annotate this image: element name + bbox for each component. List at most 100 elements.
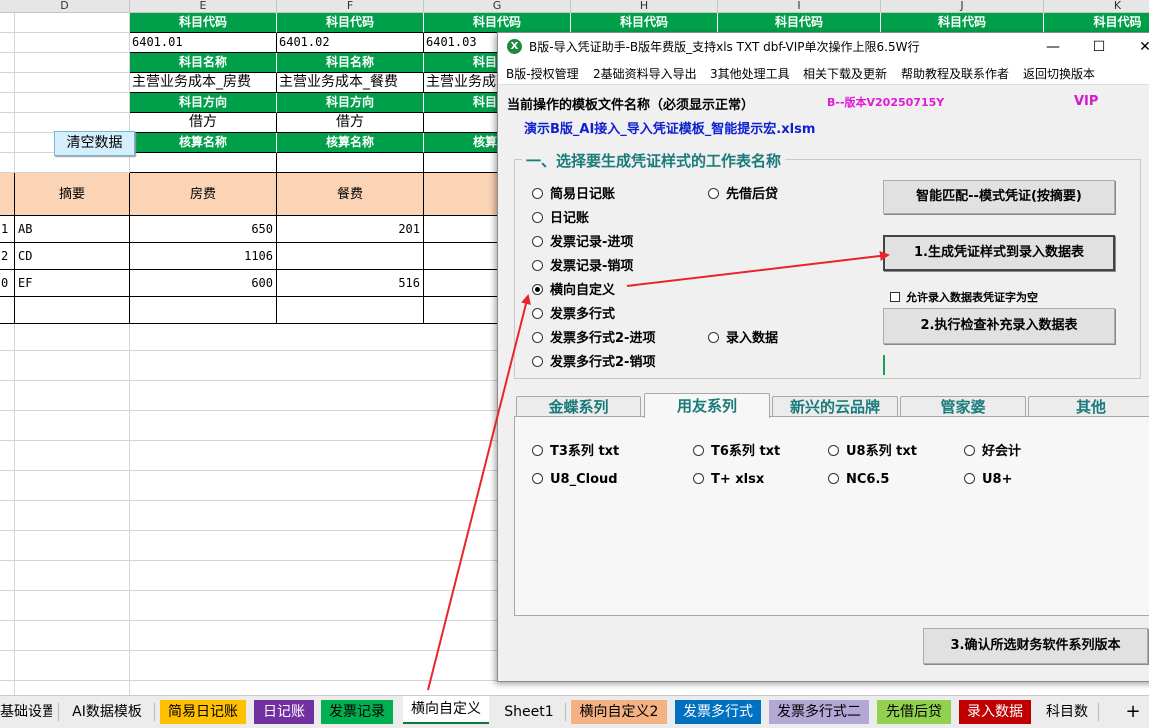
radio-u8[interactable]: U8系列 txt <box>828 440 917 459</box>
radio-nc65[interactable]: NC6.5 <box>828 472 889 487</box>
header-name-e[interactable]: 科目名称 <box>130 53 277 73</box>
header-calc-e[interactable]: 核算名称 <box>130 133 277 153</box>
header-dir-f[interactable]: 科目方向 <box>277 93 424 113</box>
check-fill-button[interactable]: 2.执行检查补充录入数据表 <box>883 308 1115 344</box>
row-index[interactable]: 0 <box>0 270 15 297</box>
sheet-tab-invoice-multiline-2[interactable]: 发票多行式二 <box>769 700 869 724</box>
header-code-h[interactable]: 科目代码 <box>571 13 718 33</box>
column-header-d[interactable]: D <box>0 0 130 13</box>
row-index[interactable]: 2 <box>0 243 15 270</box>
radio-debit-then-credit[interactable]: 先借后贷 <box>708 183 778 202</box>
room-cell[interactable]: 600 <box>130 270 277 297</box>
maximize-icon[interactable]: ☐ <box>1076 35 1122 59</box>
meal-cell[interactable]: 201 <box>277 216 424 243</box>
sheet-tab-entry-data[interactable]: 录入数据 <box>959 700 1031 724</box>
menu-basic-import-export[interactable]: 2基础资料导入导出 <box>593 65 697 82</box>
header-code-j[interactable]: 科目代码 <box>881 13 1044 33</box>
add-sheet-icon[interactable]: + <box>1120 700 1146 724</box>
radio-horizontal-custom[interactable]: 横向自定义 <box>532 279 615 298</box>
direction-cell[interactable]: 借方 <box>130 113 277 133</box>
allow-empty-checkbox[interactable]: 允许录入数据表凭证字为空 <box>890 289 1038 305</box>
code-cell[interactable]: 6401.01 <box>130 33 277 53</box>
menu-other-tools[interactable]: 3其他处理工具 <box>710 65 790 82</box>
sheet-tab-horizontal-custom-2[interactable]: 横向自定义2 <box>571 700 667 724</box>
header-dir-e[interactable]: 科目方向 <box>130 93 277 113</box>
header-code-e[interactable]: 科目代码 <box>130 13 277 33</box>
menu-downloads-updates[interactable]: 相关下载及更新 <box>803 65 887 82</box>
sheet-tab-invoice-multiline[interactable]: 发票多行式 <box>675 700 761 724</box>
sheet-tab-sheet1[interactable]: Sheet1 <box>497 700 561 724</box>
meal-cell[interactable] <box>277 243 424 270</box>
radio-tplus[interactable]: T+ xlsx <box>693 472 764 487</box>
room-cell[interactable]: 650 <box>130 216 277 243</box>
dialog-titlebar[interactable]: X B版-导入凭证助手-B版年费版_支持xls TXT dbf-VIP单次操作上… <box>498 33 1149 61</box>
radio-entry-data[interactable]: 录入数据 <box>708 327 778 346</box>
index-header-cell[interactable] <box>0 173 15 216</box>
sheet-tab-horizontal-custom[interactable]: 横向自定义 <box>403 696 489 724</box>
summary-header[interactable]: 摘要 <box>15 173 130 216</box>
radio-invoice-input[interactable]: 发票记录-进项 <box>532 231 633 250</box>
column-header-g[interactable]: G <box>424 0 571 13</box>
close-icon[interactable]: ✕ <box>1122 35 1149 59</box>
radio-u8plus[interactable]: U8+ <box>964 472 1013 487</box>
calc-cell[interactable] <box>130 153 277 173</box>
sheet-tab-jichu[interactable]: 基础设置 <box>0 700 52 724</box>
meal-cell[interactable] <box>277 297 424 324</box>
radio-simple-journal[interactable]: 简易日记账 <box>532 183 615 202</box>
menu-license[interactable]: B版-授权管理 <box>506 65 579 82</box>
summary-cell[interactable] <box>15 297 130 324</box>
meal-cell[interactable]: 516 <box>277 270 424 297</box>
tab-other[interactable]: 其他 <box>1028 396 1149 416</box>
radio-journal[interactable]: 日记账 <box>532 207 589 226</box>
code-cell[interactable]: 6401.02 <box>277 33 424 53</box>
header-code-i[interactable]: 科目代码 <box>718 13 881 33</box>
radio-invoice-multiline[interactable]: 发票多行式 <box>532 303 615 322</box>
row-index[interactable] <box>0 297 15 324</box>
sheet-tab-journal[interactable]: 日记账 <box>254 700 314 724</box>
name-cell[interactable]: 主营业务成本_餐费 <box>277 73 424 93</box>
summary-cell[interactable]: AB <box>15 216 130 243</box>
radio-haokuaiji[interactable]: 好会计 <box>964 440 1021 459</box>
header-code-g[interactable]: 科目代码 <box>424 13 571 33</box>
minimize-icon[interactable]: — <box>1030 35 1076 59</box>
radio-invoice-output[interactable]: 发票记录-销项 <box>532 255 633 274</box>
meal-header[interactable]: 餐费 <box>277 173 424 216</box>
column-header-j[interactable]: J <box>881 0 1044 13</box>
confirm-software-button[interactable]: 3.确认所选财务软件系列版本 <box>923 628 1148 664</box>
tab-guanjiapo[interactable]: 管家婆 <box>900 396 1026 416</box>
radio-t6[interactable]: T6系列 txt <box>693 440 780 459</box>
radio-t3[interactable]: T3系列 txt <box>532 440 619 459</box>
menu-switch-version[interactable]: 返回切换版本 <box>1023 65 1095 82</box>
column-header-e[interactable]: E <box>130 0 277 13</box>
header-name-f[interactable]: 科目名称 <box>277 53 424 73</box>
sheet-tab-debit-credit[interactable]: 先借后贷 <box>877 700 951 724</box>
clear-data-button[interactable]: 清空数据 <box>54 131 135 156</box>
sheet-tab-subjects[interactable]: 科目数 <box>1041 700 1093 724</box>
header-code-k[interactable]: 科目代码 <box>1044 13 1149 33</box>
radio-invoice-multiline2-input[interactable]: 发票多行式2-进项 <box>532 327 655 346</box>
room-cell[interactable] <box>130 297 277 324</box>
name-cell[interactable]: 主营业务成本_房费 <box>130 73 277 93</box>
sheet-tab-ai-template[interactable]: AI数据模板 <box>66 700 148 724</box>
room-header[interactable]: 房费 <box>130 173 277 216</box>
generate-voucher-button[interactable]: 1.生成凭证样式到录入数据表 <box>883 235 1115 271</box>
row-index[interactable]: 1 <box>0 216 15 243</box>
sheet-tab-invoice[interactable]: 发票记录 <box>321 700 393 724</box>
radio-invoice-multiline2-output[interactable]: 发票多行式2-销项 <box>532 351 655 370</box>
header-code-f[interactable]: 科目代码 <box>277 13 424 33</box>
room-cell[interactable]: 1106 <box>130 243 277 270</box>
column-header-i[interactable]: I <box>718 0 881 13</box>
tab-yonyou[interactable]: 用友系列 <box>644 393 770 418</box>
radio-u8-cloud[interactable]: U8_Cloud <box>532 472 618 487</box>
tab-cloud-brands[interactable]: 新兴的云品牌 <box>772 396 898 416</box>
column-header-f[interactable]: F <box>277 0 424 13</box>
summary-cell[interactable]: CD <box>15 243 130 270</box>
summary-cell[interactable]: EF <box>15 270 130 297</box>
smart-match-button[interactable]: 智能匹配--模式凭证(按摘要) <box>883 180 1115 214</box>
sheet-tab-simple-journal[interactable]: 简易日记账 <box>160 700 246 724</box>
calc-cell[interactable] <box>277 153 424 173</box>
menu-help-contact[interactable]: 帮助教程及联系作者 <box>901 65 1009 82</box>
column-header-h[interactable]: H <box>571 0 718 13</box>
header-calc-f[interactable]: 核算名称 <box>277 133 424 153</box>
direction-cell[interactable]: 借方 <box>277 113 424 133</box>
